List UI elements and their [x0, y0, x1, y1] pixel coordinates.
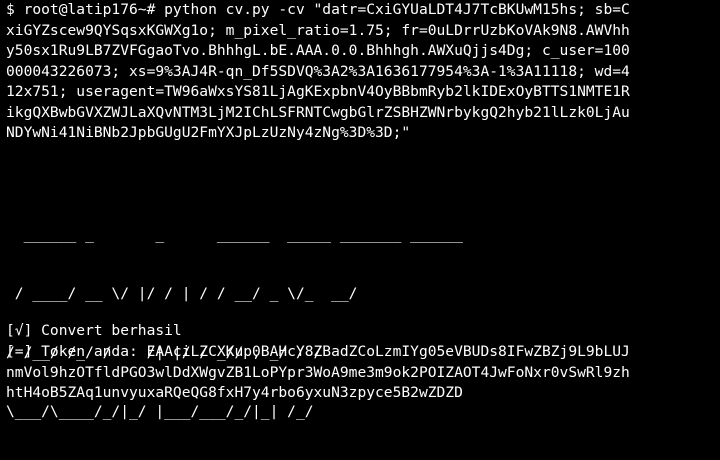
command-line-6: ikgQXBwbGVXZWJLaXQvNTM3LjM2IChLSFRNTCwgb…: [6, 103, 630, 121]
token-line-2: nmVol9hzOTfldPGO3wlDdXWgvZB1LoPYpr3WoA9m…: [6, 363, 630, 381]
command-line-3: y50sx1Ru9LB7ZVFGgaoTvo.BhhhgL.bE.AAA.0.0…: [6, 42, 630, 59]
command-line-7: NDYwNi41NiBNb2JpbGUgU2FmYXJpLzUzNy4zNg%3…: [6, 124, 411, 141]
ascii-banner-line-2: / ____/ __ \/ |/ / | / / __/ _ \/_ __/: [6, 284, 358, 302]
token-line-3: htH4oB5ZAq1unvyuxaRQeQG8fxH7y4rbo6yxuN3z…: [6, 384, 463, 401]
command-line-4: 000043226073; xs=9%3AJ4R-qn_Df5SDVQ%3A2%…: [6, 62, 630, 80]
token-line-1: [=] Token anda: EAAciLZCXKup0BAHcY8ZBadZ…: [6, 343, 630, 360]
ascii-banner-line-4: \___/\____/_/|_/ |___/___/_/|_| /_/: [6, 402, 314, 420]
command-line-1: $ root@latip176~# python cv.py -cv "datr…: [6, 1, 630, 18]
command-line-5: 12x751; useragent=TW96aWxsYS81LjAgKExpbn…: [6, 83, 630, 100]
terminal-window[interactable]: $ root@latip176~# python cv.py -cv "datr…: [0, 0, 720, 420]
status-message: [√] Convert berhasil: [6, 322, 182, 339]
ascii-banner-line-1: ______ _ _ ______ _____ _______ ______: [6, 226, 463, 244]
command-line-2: xiGYZscew9QYSqsxKGWXg1o; m_pixel_ratio=1…: [6, 21, 630, 39]
